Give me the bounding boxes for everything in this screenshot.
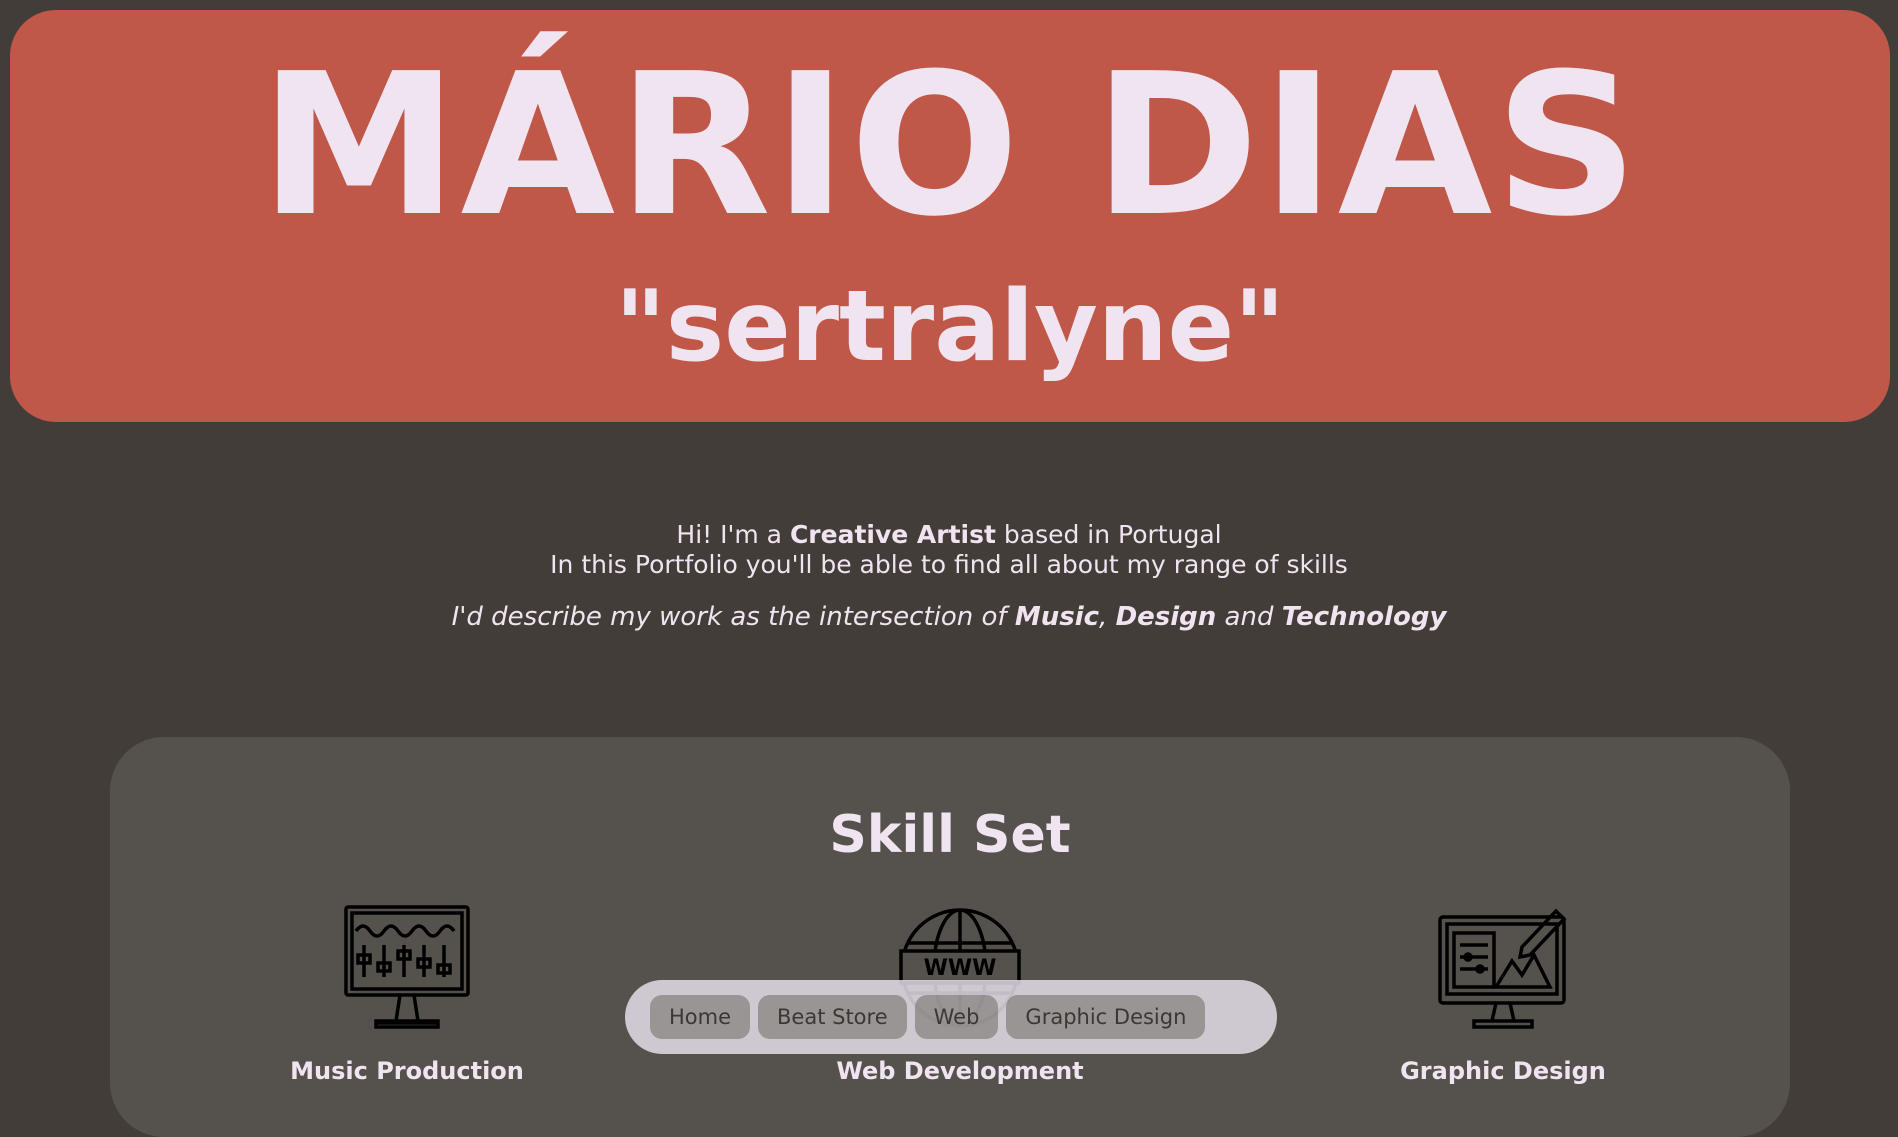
intro-line-1-post: based in Portugal: [995, 520, 1222, 549]
skill-label-web-development: Web Development: [836, 1057, 1084, 1085]
skill-set-title: Skill Set: [829, 805, 1071, 865]
nav-web[interactable]: Web: [914, 995, 999, 1039]
intro-tagline: I'd describe my work as the intersection…: [0, 602, 1898, 632]
mixer-monitor-icon: [344, 905, 470, 1029]
intro-text: Hi! I'm a Creative Artist based in Portu…: [0, 520, 1898, 632]
hero-name: MÁRIO DIAS: [259, 32, 1641, 260]
intro-line-2: In this Portfolio you'll be able to find…: [550, 550, 1348, 579]
tagline-separator: ,: [1099, 602, 1116, 632]
skill-music-production: Music Production: [257, 905, 557, 1085]
intro-line-1-pre: Hi! I'm a: [676, 520, 790, 549]
tagline-music: Music: [1014, 602, 1100, 632]
tagline-pre: I'd describe my work as the intersection…: [451, 602, 1015, 632]
floating-nav-bar: Home Beat Store Web Graphic Design: [625, 980, 1277, 1054]
nav-beat-store[interactable]: Beat Store: [758, 995, 907, 1039]
skill-graphic-design: Graphic Design: [1353, 905, 1653, 1085]
tagline-and: and: [1216, 602, 1282, 632]
hero-banner: MÁRIO DIAS "sertralyne": [10, 10, 1890, 422]
svg-text:WWW: WWW: [924, 956, 997, 981]
nav-graphic-design[interactable]: Graphic Design: [1006, 995, 1206, 1039]
hero-alias: "sertralyne": [614, 270, 1286, 384]
tagline-design: Design: [1115, 602, 1217, 632]
nav-home[interactable]: Home: [650, 995, 751, 1039]
design-monitor-icon: [1438, 908, 1567, 1029]
intro-line-1: Hi! I'm a Creative Artist based in Portu…: [0, 520, 1898, 550]
tagline-technology: Technology: [1281, 602, 1447, 632]
skill-set-panel: Skill Set Music Production WWW Web Devel…: [110, 737, 1790, 1137]
skill-label-graphic-design: Graphic Design: [1400, 1057, 1606, 1085]
intro-highlight-creative-artist: Creative Artist: [789, 520, 996, 549]
skill-label-music-production: Music Production: [290, 1057, 524, 1085]
